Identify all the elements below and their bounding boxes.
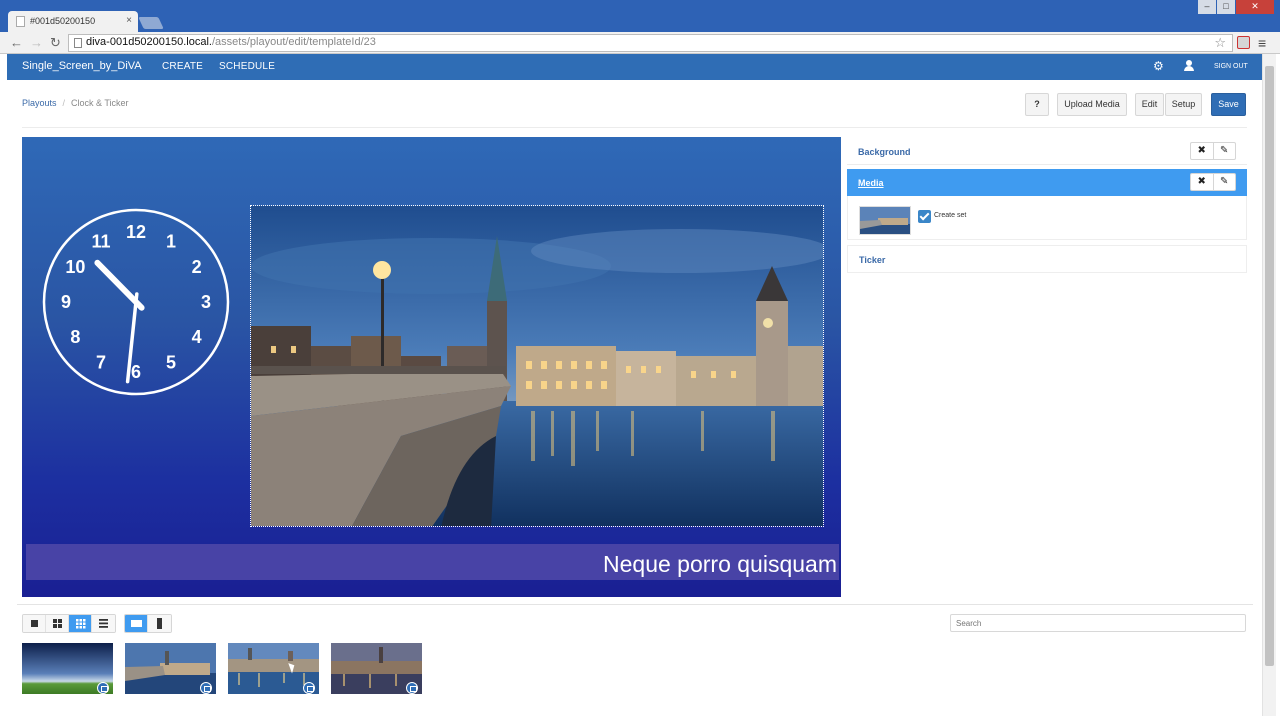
scrollbar-thumb[interactable] [1265,66,1274,666]
single-square-icon [31,620,38,627]
remove-icon[interactable]: ✖ [1191,143,1214,159]
divider [17,604,1253,605]
divider [22,127,1247,128]
browser-tab[interactable]: #001d50200150 × [8,11,138,32]
breadcrumb-playouts[interactable]: Playouts [22,98,57,108]
view-mode-toggle [22,614,116,633]
window-close-button[interactable]: ✕ [1236,0,1274,14]
create-set-label: Create set [934,212,967,219]
url-host: diva-001d50200150.local. [86,36,212,48]
forward-icon[interactable]: → [30,35,43,50]
help-button[interactable]: ? [1025,93,1049,116]
back-icon[interactable]: ← [10,35,23,50]
media-zone[interactable] [250,205,824,527]
library-item[interactable] [228,643,319,694]
city-bridge-image [251,206,823,526]
save-button[interactable]: Save [1211,93,1246,116]
breadcrumb-separator: / [62,98,66,108]
grid-9-icon [76,619,86,629]
breadcrumb: Playouts / Clock & Ticker [22,98,129,108]
library-item[interactable] [331,643,422,694]
edit-pencil-icon[interactable]: ✎ [1214,174,1236,190]
clock-number: 5 [166,353,176,373]
library-search-input[interactable] [950,614,1246,632]
portrait-button[interactable] [148,615,171,632]
settings-gear-icon[interactable]: ⚙ [1153,59,1164,73]
clock-number: 1 [166,231,176,251]
view-single-button[interactable] [23,615,46,632]
landscape-button[interactable] [125,615,148,632]
app-navbar: Single_Screen_by_DiVA CREATE SCHEDULE ⚙ … [7,54,1262,80]
breadcrumb-current: Clock & Ticker [71,98,129,108]
minimize-button[interactable]: – [1198,0,1216,14]
address-bar[interactable]: diva-001d50200150.local./assets/playout/… [68,34,1233,52]
zone-media-actions: ✖ ✎ [1190,173,1236,191]
portrait-icon [157,618,162,629]
landscape-icon [131,620,142,627]
zone-media[interactable]: Media ✖ ✎ [847,169,1247,196]
zone-ticker[interactable]: Ticker [847,245,1247,273]
browser-toolbar: ← → ↻ diva-001d50200150.local./assets/pl… [0,32,1280,54]
nav-create[interactable]: CREATE [162,61,203,72]
orientation-toggle [124,614,172,633]
list-icon [99,619,108,628]
clock-number: 2 [192,257,202,277]
create-set-checkbox[interactable] [918,210,931,223]
browser-titlebar: #001d50200150 × – □ ✕ [0,0,1280,32]
setup-button[interactable]: Setup [1165,93,1202,116]
reload-icon[interactable]: ↻ [50,35,61,51]
tab-close-icon[interactable]: × [126,15,132,26]
view-grid9-button[interactable] [69,615,92,632]
brand-link[interactable]: Single_Screen_by_DiVA [22,60,142,72]
ticker-text: Neque porro quisquam [603,551,837,577]
bookmark-star-icon[interactable]: ☆ [1214,35,1226,51]
edit-pencil-icon[interactable]: ✎ [1214,143,1236,159]
sign-out-link[interactable]: SIGN OUT [1214,63,1248,70]
tab-title: #001d50200150 [30,16,96,26]
image-type-icon [200,682,212,694]
extension-icon[interactable] [1237,36,1250,49]
clock-number: 8 [70,327,80,347]
clock-number: 9 [61,292,71,312]
zone-ticker-label[interactable]: Ticker [859,255,885,265]
zone-background-label[interactable]: Background [858,147,911,157]
image-type-icon [303,682,315,694]
maximize-button[interactable]: □ [1217,0,1235,14]
remove-icon[interactable]: ✖ [1191,174,1214,190]
window-controls: – □ ✕ [1198,0,1274,14]
ticker-bar[interactable]: Neque porro quisquam [26,544,839,580]
clock-number: 10 [65,257,85,277]
clock-number: 12 [126,222,146,242]
browser-menu-icon[interactable]: ≡ [1258,35,1266,51]
url-path: /assets/playout/edit/templateId/23 [212,36,376,48]
new-tab-button[interactable] [138,17,164,29]
zone-background-actions: ✖ ✎ [1190,142,1236,160]
playout-canvas[interactable]: 12 1 2 3 4 5 6 7 8 9 10 11 Neque porro q… [22,137,841,597]
zone-media-content: Create set [847,196,1247,240]
clock-number: 3 [201,292,211,312]
library-item[interactable] [22,643,113,694]
view-grid4-button[interactable] [46,615,69,632]
view-list-button[interactable] [92,615,115,632]
edit-button[interactable]: Edit [1135,93,1164,116]
nav-schedule[interactable]: SCHEDULE [219,61,275,72]
zone-media-label[interactable]: Media [858,178,884,188]
page-icon [16,16,25,27]
clock-number: 6 [131,362,141,382]
document-icon [74,38,82,48]
clock-number: 11 [91,231,110,251]
image-type-icon [406,682,418,694]
clock-number: 4 [192,327,202,347]
analog-clock[interactable]: 12 12 3 45 6 78 9 10 11 [41,207,231,397]
upload-media-button[interactable]: Upload Media [1057,93,1127,116]
zone-background[interactable]: Background ✖ ✎ [847,137,1247,165]
media-thumbnail-image [860,207,910,234]
library-item[interactable] [125,643,216,694]
clock-number: 7 [96,353,106,373]
media-thumbnail[interactable] [859,206,911,235]
image-type-icon [97,682,109,694]
grid-4-icon [53,619,62,628]
user-icon[interactable] [1183,60,1195,72]
page-scrollbar[interactable] [1262,54,1276,716]
